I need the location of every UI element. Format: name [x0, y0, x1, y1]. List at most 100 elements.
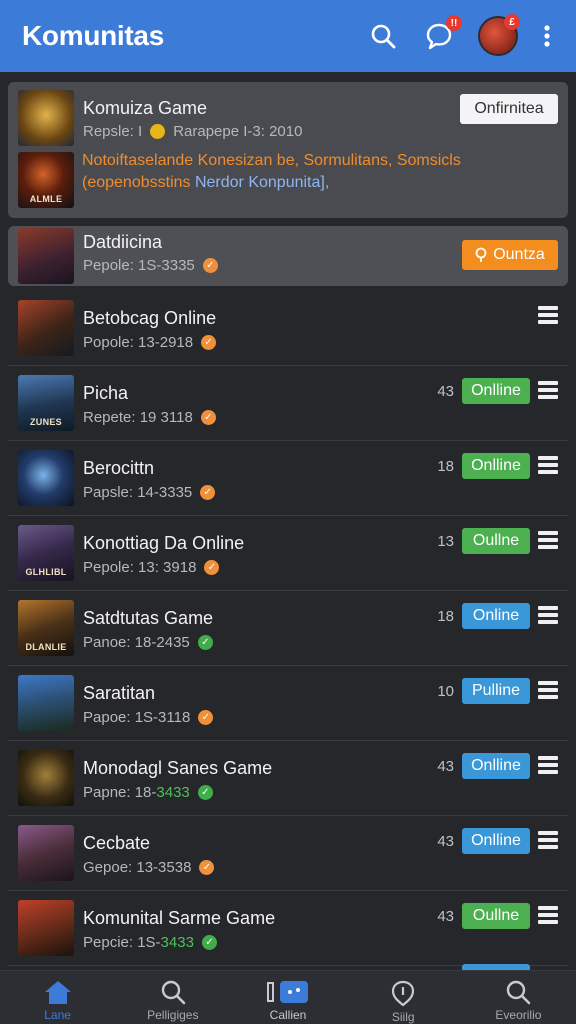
nav-label: Pelligiges: [147, 1008, 199, 1022]
status-dot: ✓: [201, 935, 217, 950]
active-meta: Pepole: 1S-3335: [83, 257, 195, 274]
nav-label: Eveorilio: [495, 1008, 542, 1022]
member-count: 10: [437, 683, 454, 700]
app-bar-actions: !! £: [366, 14, 554, 56]
status-badge[interactable]: Oullne: [462, 528, 530, 554]
game-meta-text: Gepoe: 13-3538: [83, 859, 192, 876]
game-meta-text: Papoe: 1S-3118: [83, 709, 191, 726]
member-count: 18: [437, 458, 454, 475]
app-bar: Komunitas !! £: [0, 0, 576, 72]
overflow-menu-button[interactable]: [540, 19, 554, 53]
row-menu-icon[interactable]: [538, 306, 558, 324]
featured-group-meta: Repsle: I Rarapepe I-3: 2010: [83, 123, 302, 140]
search-icon: [161, 980, 186, 1005]
game-row[interactable]: DLANLIE Satdtutas Game Panoe: 18-2435 ✓ 1…: [8, 591, 568, 666]
search-icon: [507, 980, 531, 1005]
row-menu-icon[interactable]: [538, 456, 558, 474]
game-row[interactable]: Komunital Sarme Game Pepcie: 1S- 3433 ✓ 43…: [8, 891, 568, 966]
featured-group-card[interactable]: Komuiza Game Repsle: I Rarapepe I-3: 201…: [8, 82, 568, 218]
game-row[interactable]: ZUNES Picha Repete: 19 3118 ✓ 43 Onlline: [8, 366, 568, 441]
game-row[interactable]: Saratitan Papoe: 1S-3118 ✓ 10 Pulline: [8, 666, 568, 741]
row-menu-icon[interactable]: [538, 906, 558, 924]
game-meta-highlight: 3433: [160, 934, 194, 951]
nav-shield[interactable]: Siilg: [346, 971, 461, 1024]
status-dot: ✓: [197, 635, 213, 650]
user-avatar[interactable]: £: [478, 14, 520, 56]
game-thumbnail: [18, 750, 74, 806]
featured-meta-a: Repsle: I: [83, 123, 143, 140]
member-count: 43: [437, 758, 454, 775]
game-meta: Panoe: 18-2435 ✓: [83, 634, 213, 651]
status-badge[interactable]: Pulline: [462, 678, 530, 704]
row-menu-icon[interactable]: [538, 381, 558, 399]
row-menu-icon[interactable]: [538, 606, 558, 624]
game-row[interactable]: Monodagl Sanes Game Papne: 18- 3433 ✓ 43 O…: [8, 741, 568, 816]
confirm-button[interactable]: Onfirnitea: [460, 94, 558, 124]
app-title: Komunitas: [22, 20, 164, 51]
status-badge[interactable]: Onlline: [462, 753, 530, 779]
nav-chat[interactable]: Callien: [230, 971, 345, 1024]
status-dot: ✓: [204, 560, 220, 575]
thumbnail-caption: ALMLE: [29, 194, 63, 204]
game-row[interactable]: Cecbate Gepoe: 13-3538 ✓ 43 Onlline: [8, 816, 568, 891]
game-meta: Papoe: 1S-3118 ✓: [83, 709, 214, 726]
join-button-label: Ountza: [493, 246, 545, 263]
lightbulb-icon: [475, 247, 487, 262]
game-meta-text: Panoe: 18-2435: [83, 634, 190, 651]
game-meta: Pepole: 13: 3918 ✓: [83, 559, 220, 576]
status-badge[interactable]: Oullne: [462, 903, 530, 929]
status-dot: [150, 124, 166, 139]
game-thumbnail: GLHLIBL: [18, 525, 74, 581]
game-meta-text: Popole: 13-2918: [83, 334, 194, 351]
status-badge[interactable]: Onlline: [462, 453, 530, 479]
row-menu-icon[interactable]: [538, 531, 558, 549]
member-count: 43: [437, 833, 454, 850]
row-menu-icon[interactable]: [538, 756, 558, 774]
status-badge[interactable]: Online: [462, 603, 530, 629]
game-title: Konottiag Da Online: [83, 533, 245, 553]
game-title: Satdtutas Game: [83, 608, 214, 628]
nav-label: Callien: [269, 1008, 307, 1022]
active-group-card[interactable]: Datdiicina Pepole: 1S-3335 ✓ Ountza: [8, 226, 568, 286]
game-thumbnail: [18, 450, 74, 506]
community-list[interactable]: Komuiza Game Repsle: I Rarapepe I-3: 201…: [0, 72, 576, 970]
game-meta-text: Pepcie: 1S-: [83, 934, 161, 951]
game-meta: Papne: 18- 3433 ✓: [83, 784, 213, 801]
member-count: 18: [437, 608, 454, 625]
active-game-thumbnail: [18, 228, 74, 284]
game-meta: Gepoe: 13-3538 ✓: [83, 859, 215, 876]
game-meta-text: Papne: 18-: [83, 784, 157, 801]
avatar-badge: £: [504, 14, 520, 30]
status-dot: ✓: [198, 710, 214, 725]
game-title: Komunital Sarme Game: [83, 908, 276, 928]
game-row[interactable]: GLHLIBL Konottiag Da Online Pepole: 13: …: [8, 516, 568, 591]
notice-link[interactable]: Nerdor Konpunita],: [195, 174, 329, 191]
join-button[interactable]: Ountza: [462, 240, 558, 270]
more-vert-icon: [544, 25, 550, 47]
game-meta: Repete: 19 3118 ✓: [83, 409, 216, 426]
nav-label: Lane: [44, 1008, 71, 1022]
game-title: Betobcag Online: [83, 308, 217, 328]
nav-explore[interactable]: Eveorilio: [461, 971, 576, 1024]
active-group-title: Datdiicina: [83, 232, 163, 252]
home-icon: [44, 981, 71, 1004]
shield-icon: [392, 980, 415, 1007]
search-button[interactable]: [366, 19, 400, 53]
nav-search[interactable]: Pelligiges: [115, 971, 230, 1024]
featured-game-thumbnail: [18, 90, 74, 146]
notifications-button[interactable]: !!: [422, 15, 462, 53]
featured-game-thumbnail-2: ALMLE: [18, 152, 74, 208]
status-badge[interactable]: Onlline: [462, 378, 530, 404]
game-row[interactable]: Berocittn Papsle: 14-3335 ✓ 18 Onlline: [8, 441, 568, 516]
nav-label: Siilg: [391, 1010, 415, 1024]
game-thumbnail: DLANLIE: [18, 600, 74, 656]
featured-group-title: Komuiza Game: [83, 98, 208, 118]
notification-badge: !!: [446, 15, 462, 31]
row-menu-icon[interactable]: [538, 831, 558, 849]
status-badge[interactable]: Onlline: [462, 828, 530, 854]
member-count: 43: [437, 908, 454, 925]
game-row[interactable]: Betobcag Online Popole: 13-2918 ✓: [8, 291, 568, 366]
nav-home[interactable]: Lane: [0, 971, 115, 1024]
thumbnail-caption: DLANLIE: [25, 642, 67, 652]
row-menu-icon[interactable]: [538, 681, 558, 699]
